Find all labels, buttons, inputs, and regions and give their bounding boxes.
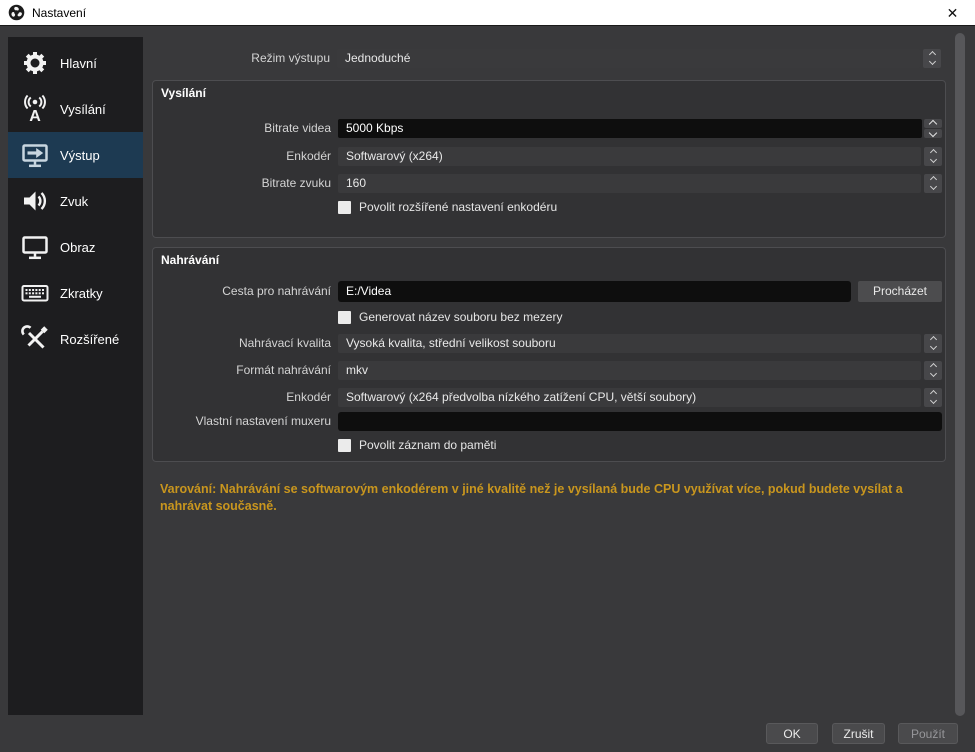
audio-bitrate-row: Bitrate zvuku 160 bbox=[153, 173, 942, 193]
recording-quality-row: Nahrávací kvalita Vysoká kvalita, středn… bbox=[153, 333, 942, 353]
recording-group-title: Nahrávání bbox=[161, 253, 219, 267]
streaming-group-title: Vysílání bbox=[161, 86, 206, 100]
sidebar-item-audio[interactable]: Zvuk bbox=[8, 178, 143, 224]
recording-format-dropdown-arrows-icon[interactable] bbox=[924, 361, 942, 380]
sidebar-item-label: Rozšířené bbox=[60, 332, 119, 347]
recording-quality-select[interactable]: Vysoká kvalita, střední velikost souboru bbox=[338, 334, 921, 353]
advanced-encoder-checkbox-label: Povolit rozšířené nastavení enkodéru bbox=[359, 200, 557, 214]
sidebar-item-hotkeys[interactable]: Zkratky bbox=[8, 270, 143, 316]
recording-encoder-row: Enkodér Softwarový (x264 předvolba nízké… bbox=[153, 387, 942, 407]
advanced-encoder-checkbox[interactable] bbox=[338, 201, 351, 214]
output-mode-dropdown-arrows-icon[interactable] bbox=[923, 49, 941, 68]
recording-encoder-select[interactable]: Softwarový (x264 předvolba nízkého zatíž… bbox=[338, 388, 921, 407]
obs-logo-icon bbox=[8, 4, 25, 21]
browse-button[interactable]: Procházet bbox=[858, 281, 942, 302]
gear-icon bbox=[19, 47, 51, 79]
filename-checkbox-row: Generovat název souboru bez mezery bbox=[338, 310, 562, 324]
recording-encoder-dropdown-arrows-icon[interactable] bbox=[924, 388, 942, 407]
video-bitrate-input[interactable]: 5000 Kbps bbox=[338, 119, 922, 138]
sidebar-item-output[interactable]: Výstup bbox=[8, 132, 143, 178]
replay-checkbox-row: Povolit záznam do paměti bbox=[338, 438, 496, 452]
output-mode-label: Režim výstupu bbox=[152, 51, 330, 65]
vertical-scrollbar[interactable] bbox=[955, 33, 965, 716]
recording-group: Nahrávání Cesta pro nahrávání E:/Videa P… bbox=[152, 247, 946, 462]
stream-encoder-row: Enkodér Softwarový (x264) bbox=[153, 146, 942, 166]
sidebar-item-label: Obraz bbox=[60, 240, 95, 255]
sidebar-item-label: Výstup bbox=[60, 148, 100, 163]
titlebar: Nastavení ✕ bbox=[0, 0, 975, 26]
tools-icon bbox=[19, 323, 51, 355]
video-bitrate-up-icon[interactable] bbox=[924, 119, 942, 128]
audio-bitrate-select[interactable]: 160 bbox=[338, 174, 921, 193]
settings-window: Nastavení ✕ Hlavní bbox=[0, 0, 975, 752]
speaker-icon bbox=[19, 185, 51, 217]
close-icon[interactable]: ✕ bbox=[930, 0, 975, 26]
window-title: Nastavení bbox=[32, 6, 86, 20]
cancel-button[interactable]: Zrušit bbox=[832, 723, 885, 744]
window-body: Hlavní A Vysílání bbox=[0, 26, 975, 752]
sidebar-item-video[interactable]: Obraz bbox=[8, 224, 143, 270]
muxer-settings-input[interactable] bbox=[338, 412, 942, 431]
sidebar-item-label: Hlavní bbox=[60, 56, 97, 71]
muxer-settings-row: Vlastní nastavení muxeru bbox=[153, 411, 942, 431]
recording-format-row: Formát nahrávání mkv bbox=[153, 360, 942, 380]
sidebar-item-advanced[interactable]: Rozšířené bbox=[8, 316, 143, 362]
output-mode-select[interactable]: Jednoduché bbox=[337, 49, 920, 68]
recording-path-row: Cesta pro nahrávání E:/Videa Procházet bbox=[153, 280, 942, 302]
recording-encoder-label: Enkodér bbox=[153, 390, 331, 404]
video-bitrate-label: Bitrate videa bbox=[153, 121, 331, 135]
sidebar-item-general[interactable]: Hlavní bbox=[8, 40, 143, 86]
advanced-encoder-checkbox-row: Povolit rozšířené nastavení enkodéru bbox=[338, 200, 557, 214]
svg-text:A: A bbox=[29, 108, 41, 124]
recording-format-select[interactable]: mkv bbox=[338, 361, 921, 380]
ok-button[interactable]: OK bbox=[766, 723, 818, 744]
recording-quality-dropdown-arrows-icon[interactable] bbox=[924, 334, 942, 353]
recording-path-input[interactable]: E:/Videa bbox=[338, 281, 851, 302]
video-bitrate-down-icon[interactable] bbox=[924, 129, 942, 138]
output-monitor-icon bbox=[19, 139, 51, 171]
stream-encoder-select[interactable]: Softwarový (x264) bbox=[338, 147, 921, 166]
audio-bitrate-dropdown-arrows-icon[interactable] bbox=[924, 174, 942, 193]
replay-buffer-checkbox[interactable] bbox=[338, 439, 351, 452]
monitor-icon bbox=[19, 231, 51, 263]
recording-format-label: Formát nahrávání bbox=[153, 363, 331, 377]
stream-encoder-label: Enkodér bbox=[153, 149, 331, 163]
streaming-group: Vysílání Bitrate videa 5000 Kbps Enkodér… bbox=[152, 80, 946, 238]
replay-buffer-checkbox-label: Povolit záznam do paměti bbox=[359, 438, 496, 452]
encoder-warning-text: Varování: Nahrávání se softwarovým enkod… bbox=[160, 481, 955, 515]
broadcast-icon: A bbox=[19, 93, 51, 125]
apply-button[interactable]: Použít bbox=[898, 723, 958, 744]
filename-without-space-checkbox[interactable] bbox=[338, 311, 351, 324]
muxer-settings-label: Vlastní nastavení muxeru bbox=[153, 414, 331, 428]
recording-quality-label: Nahrávací kvalita bbox=[153, 336, 331, 350]
recording-path-label: Cesta pro nahrávání bbox=[153, 284, 331, 298]
sidebar-item-label: Vysílání bbox=[60, 102, 106, 117]
sidebar-item-label: Zvuk bbox=[60, 194, 88, 209]
keyboard-icon bbox=[19, 277, 51, 309]
sidebar-item-stream[interactable]: A Vysílání bbox=[8, 86, 143, 132]
filename-without-space-checkbox-label: Generovat název souboru bez mezery bbox=[359, 310, 562, 324]
sidebar-item-label: Zkratky bbox=[60, 286, 103, 301]
output-mode-row: Režim výstupu Jednoduché bbox=[152, 48, 941, 68]
stream-encoder-dropdown-arrows-icon[interactable] bbox=[924, 147, 942, 166]
sidebar: Hlavní A Vysílání bbox=[8, 37, 143, 715]
video-bitrate-row: Bitrate videa 5000 Kbps bbox=[153, 118, 942, 138]
audio-bitrate-label: Bitrate zvuku bbox=[153, 176, 331, 190]
